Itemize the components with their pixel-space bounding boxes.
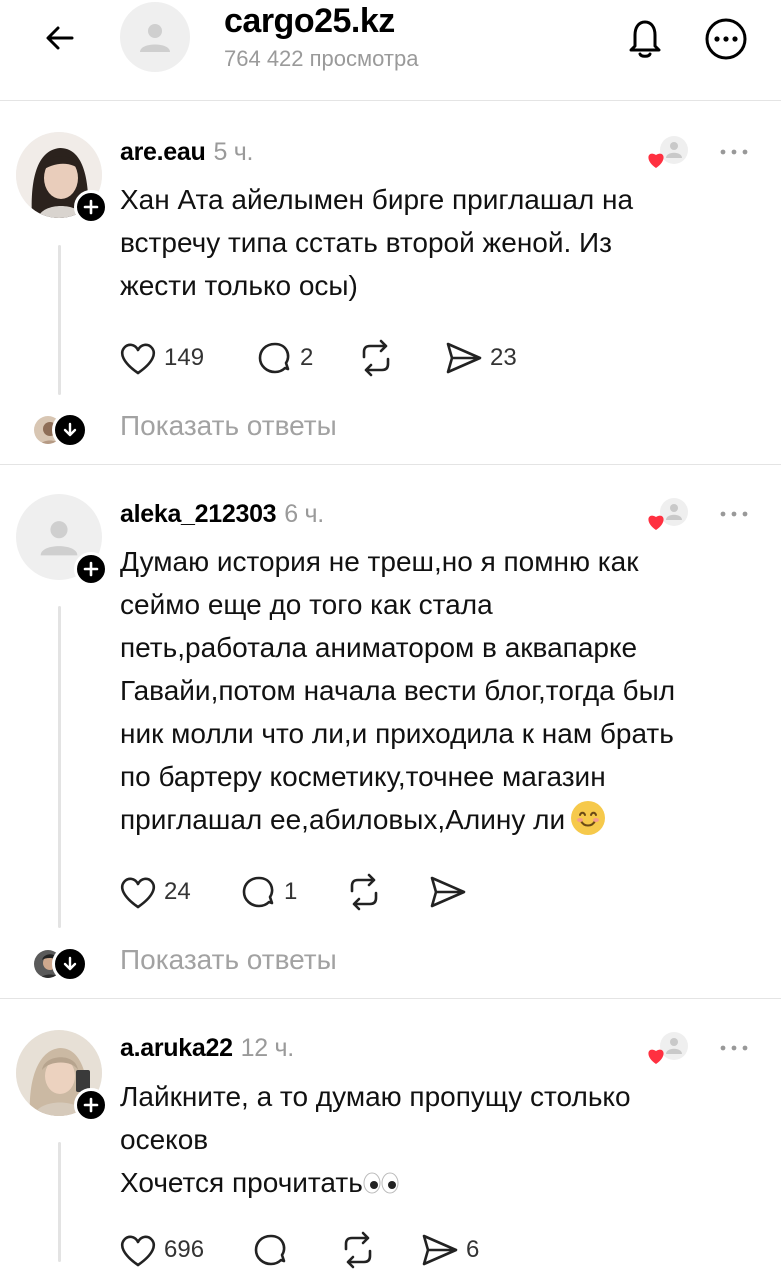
like-count: 24 [164, 878, 191, 905]
comment-username[interactable]: are.eau 5 ч. [120, 138, 253, 167]
comment-text: Лайкните, а то думаю пропущу столько осе… [120, 1075, 760, 1204]
notifications-button[interactable] [622, 14, 668, 62]
plus-icon [83, 199, 99, 215]
heart-icon [120, 877, 156, 909]
repost-button[interactable] [356, 338, 396, 378]
liked-by-author-icon [648, 498, 688, 530]
bell-icon [629, 20, 661, 58]
follow-button[interactable] [74, 1088, 108, 1122]
plus-icon [83, 561, 99, 577]
heart-icon [120, 343, 156, 375]
share-button[interactable]: 6 [420, 1230, 479, 1270]
smiling-face-emoji [571, 801, 606, 835]
default-user-icon [40, 521, 78, 556]
comment-time: 12 ч. [240, 1034, 295, 1062]
more-horizontal-icon [720, 511, 748, 517]
like-count: 149 [164, 344, 205, 371]
default-user-icon [140, 24, 170, 52]
more-options-button[interactable] [703, 16, 749, 62]
show-replies-link[interactable]: Показать ответы [120, 944, 337, 976]
comment-actions: 149 2 23 [118, 338, 578, 378]
comment-bubble-icon [258, 342, 290, 374]
like-button[interactable]: 24 [118, 872, 191, 912]
repost-icon [350, 873, 378, 911]
comment-divider [0, 998, 781, 999]
show-replies-row[interactable]: Показать ответы [0, 944, 781, 988]
thread-line [58, 245, 61, 395]
comment-text: Думаю история не треш,но я помню как сей… [120, 540, 760, 841]
arrow-left-icon [46, 26, 74, 50]
send-icon [422, 1234, 458, 1266]
reply-button[interactable]: 1 [240, 872, 297, 912]
arrow-down-icon [63, 956, 77, 971]
comment-username[interactable]: a.aruka22 12 ч. [120, 1034, 294, 1063]
more-circle-icon [705, 18, 747, 60]
views-count: 764 422 просмотра [224, 46, 419, 71]
author-liked-indicator [646, 134, 692, 174]
liked-by-author-icon [648, 1032, 688, 1064]
like-button[interactable]: 149 [118, 338, 204, 378]
page-title[interactable]: cargo25.kz [224, 2, 395, 41]
share-button[interactable] [428, 872, 468, 912]
comment-actions: 696 6 [118, 1230, 578, 1270]
show-replies-link[interactable]: Показать ответы [120, 410, 337, 442]
like-count: 696 [164, 1236, 205, 1263]
comment-time: 5 ч. [213, 138, 254, 166]
comment-username[interactable]: aleka_212303 6 ч. [120, 500, 324, 529]
comment-bubble-icon [254, 1234, 286, 1266]
like-button[interactable]: 696 [118, 1230, 204, 1270]
repost-icon [362, 339, 390, 377]
follow-button[interactable] [74, 552, 108, 586]
share-count: 23 [490, 344, 517, 371]
author-liked-indicator [646, 1030, 692, 1070]
author-liked-indicator [646, 496, 692, 536]
channel-avatar[interactable] [120, 2, 190, 72]
eyes-emoji [363, 1172, 399, 1194]
thread-line [58, 606, 61, 928]
more-horizontal-icon [720, 149, 748, 155]
reply-count: 1 [284, 878, 298, 905]
back-button[interactable] [38, 16, 82, 60]
comment-more-button[interactable] [716, 1038, 752, 1058]
arrow-down-icon [63, 422, 77, 437]
comment-time: 6 ч. [284, 500, 324, 528]
reply-count: 2 [300, 344, 314, 371]
share-count: 6 [466, 1236, 480, 1263]
comment-more-button[interactable] [716, 504, 752, 524]
show-replies-row[interactable]: Показать ответы [0, 410, 781, 454]
more-horizontal-icon [720, 1045, 748, 1051]
heart-icon [120, 1235, 156, 1267]
liked-by-author-icon [648, 136, 688, 168]
comment-bubble-icon [242, 876, 274, 908]
comment-text: Хан Ата айелымен бирге приглашал на встр… [120, 184, 634, 301]
comment-more-button[interactable] [716, 142, 752, 162]
share-button[interactable]: 23 [444, 338, 517, 378]
expand-replies-button[interactable] [52, 946, 88, 982]
header-divider [0, 100, 781, 101]
follow-button[interactable] [74, 190, 108, 224]
repost-icon [344, 1231, 372, 1269]
comment-divider [0, 464, 781, 465]
expand-replies-button[interactable] [52, 412, 88, 448]
thread-line [58, 1142, 61, 1262]
send-icon [430, 876, 466, 908]
comment-actions: 24 1 [118, 872, 578, 912]
send-icon [446, 342, 482, 374]
reply-button[interactable] [252, 1230, 290, 1270]
top-bar: cargo25.kz 764 422 просмотра [0, 0, 781, 92]
plus-icon [83, 1097, 99, 1113]
repost-button[interactable] [344, 872, 384, 912]
comment-text-body: Думаю история не треш,но я помню как сей… [120, 546, 676, 835]
reply-button[interactable]: 2 [256, 338, 313, 378]
repost-button[interactable] [338, 1230, 378, 1270]
